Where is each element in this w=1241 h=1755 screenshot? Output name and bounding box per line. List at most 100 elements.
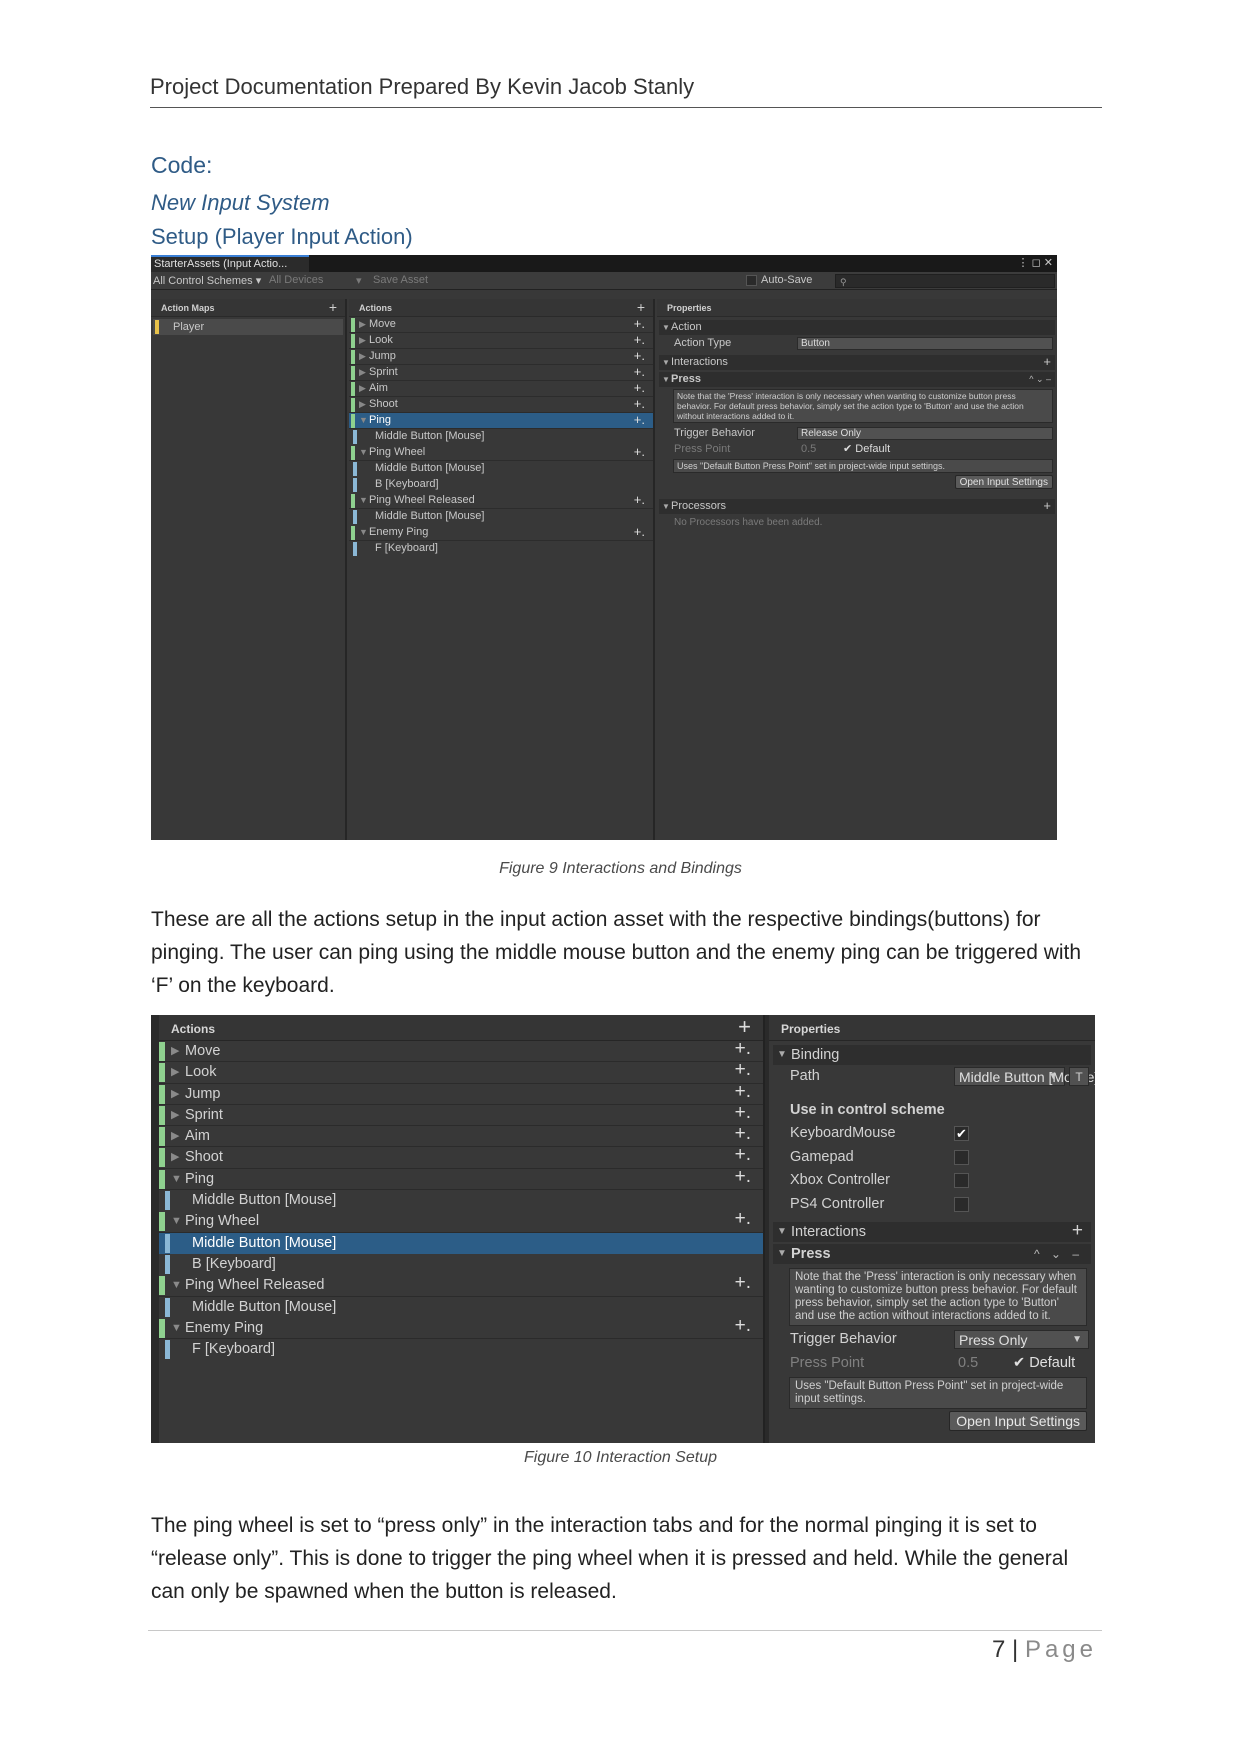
expanded-triangle-icon[interactable]: ▼ [171,1275,182,1295]
collapsed-triangle-icon[interactable]: ▶ [359,397,366,412]
action-item[interactable]: ▶ Jump +. [159,1081,763,1105]
binding-section[interactable]: ▼ Binding [773,1045,1091,1065]
action-item[interactable]: ▼ Ping Wheel Released +. [349,492,653,509]
search-input[interactable]: ⚲ [835,274,1055,288]
binding-item[interactable]: F [Keyboard] [349,541,653,557]
add-binding-icon[interactable]: +. [634,444,645,459]
expanded-triangle-icon[interactable]: ▼ [171,1318,182,1338]
control-scheme-checkbox[interactable] [954,1173,969,1188]
path-text-mode-button[interactable]: T [1069,1067,1089,1086]
add-interaction-icon[interactable]: + [1072,1221,1083,1241]
collapsed-triangle-icon[interactable]: ▶ [171,1105,179,1125]
control-scheme-checkbox[interactable]: ✔ [954,1126,969,1141]
add-binding-icon[interactable]: +. [735,1060,751,1080]
collapsed-triangle-icon[interactable]: ▶ [171,1062,179,1082]
window-controls-icon[interactable]: ⋮ ◻ ✕ [1018,256,1053,269]
binding-item[interactable]: Middle Button [Mouse] [349,461,653,477]
action-item[interactable]: ▶ Move +. [159,1039,763,1063]
add-binding-icon[interactable]: +. [735,1081,751,1102]
control-scheme-checkbox[interactable] [954,1196,969,1212]
binding-item[interactable]: B [Keyboard] [349,477,653,493]
add-binding-icon[interactable]: +. [634,492,645,507]
action-item[interactable]: ▼ Ping Wheel +. [349,444,653,461]
action-item[interactable]: ▼ Ping +. [159,1166,763,1191]
add-binding-icon[interactable]: +. [735,1124,751,1144]
control-scheme-checkbox[interactable] [954,1149,969,1165]
processors-section[interactable]: ▼ Processors + [659,498,1055,514]
default-checkbox[interactable]: ✔ Default [843,442,890,457]
press-point-value[interactable]: 0.5 [958,1352,978,1375]
action-item[interactable]: ▼ Ping Wheel +. [159,1209,763,1233]
editor-tab[interactable]: StarterAssets (Input Actio... [151,255,309,272]
control-schemes-dropdown[interactable]: All Control Schemes ▾ [153,274,261,287]
press-section[interactable]: ▼ Press ^ ⌄ – [659,372,1055,387]
interactions-section[interactable]: ▼ Interactions + [659,354,1055,370]
add-binding-icon[interactable]: +. [735,1209,751,1229]
collapsed-triangle-icon[interactable]: ▶ [359,381,366,396]
collapsed-triangle-icon[interactable]: ▶ [171,1084,179,1104]
binding-item[interactable]: Middle Button [Mouse] [159,1232,763,1254]
expanded-triangle-icon[interactable]: ▼ [359,445,368,460]
add-binding-icon[interactable]: +. [634,380,645,395]
action-item[interactable]: ▼ Enemy Ping +. [159,1315,763,1340]
press-section[interactable]: ▼ Press ^ ⌄ – [773,1244,1091,1264]
action-item[interactable]: ▼ Ping +. [349,412,653,429]
trigger-behavior-dropdown[interactable]: Press Only ▼ [954,1330,1089,1349]
action-item[interactable]: ▶ Look +. [159,1060,763,1084]
action-map-player[interactable]: Player [153,319,343,335]
path-dropdown[interactable]: Middle Button [Mouse] ▼ [954,1067,1095,1086]
action-item[interactable]: ▶ Move +. [349,316,653,333]
add-binding-icon[interactable]: +. [634,316,645,331]
collapsed-triangle-icon[interactable]: ▶ [359,349,366,364]
action-item[interactable]: ▼ Enemy Ping +. [349,524,653,541]
add-binding-icon[interactable]: +. [735,1145,751,1165]
action-item[interactable]: ▶ Sprint +. [159,1102,763,1127]
action-item[interactable]: ▶ Sprint +. [349,364,653,381]
add-binding-icon[interactable]: +. [735,1039,751,1059]
interactions-section[interactable]: ▼ Interactions + [773,1221,1091,1242]
add-action-icon[interactable]: + [637,299,645,315]
save-asset-button[interactable]: Save Asset [373,274,428,286]
action-item[interactable]: ▶ Aim +. [159,1124,763,1148]
expanded-triangle-icon[interactable]: ▼ [171,1169,182,1189]
add-binding-icon[interactable]: +. [634,364,645,379]
press-point-value[interactable]: 0.5 [801,442,816,457]
devices-dropdown[interactable]: All Devices [269,274,323,286]
add-action-icon[interactable]: + [738,1015,751,1040]
action-item[interactable]: ▶ Look +. [349,332,653,349]
binding-item[interactable]: F [Keyboard] [159,1339,763,1360]
action-item[interactable]: ▶ Jump +. [349,348,653,365]
binding-item[interactable]: B [Keyboard] [159,1254,763,1275]
expanded-triangle-icon[interactable]: ▼ [171,1211,182,1231]
open-input-settings-button[interactable]: Open Input Settings [949,1411,1087,1431]
add-processor-icon[interactable]: + [1043,498,1051,513]
add-binding-icon[interactable]: +. [735,1166,751,1187]
action-item[interactable]: ▶ Shoot +. [159,1145,763,1169]
expanded-triangle-icon[interactable]: ▼ [359,525,368,540]
press-reorder-remove-icon[interactable]: ^ ⌄ – [1034,1244,1083,1264]
open-input-settings-button[interactable]: Open Input Settings [954,475,1053,489]
add-binding-icon[interactable]: +. [735,1102,751,1123]
add-interaction-icon[interactable]: + [1043,354,1051,369]
binding-item[interactable]: Middle Button [Mouse] [159,1297,763,1318]
add-binding-icon[interactable]: +. [735,1273,751,1293]
add-binding-icon[interactable]: +. [735,1315,751,1336]
add-binding-icon[interactable]: +. [634,348,645,363]
binding-item[interactable]: Middle Button [Mouse] [159,1190,763,1211]
collapsed-triangle-icon[interactable]: ▶ [171,1126,179,1146]
trigger-behavior-dropdown[interactable]: Release Only [797,427,1053,440]
action-item[interactable]: ▶ Shoot +. [349,396,653,413]
action-item[interactable]: ▶ Aim +. [349,380,653,397]
action-type-dropdown[interactable]: Button [797,337,1053,350]
add-binding-icon[interactable]: +. [634,332,645,347]
collapsed-triangle-icon[interactable]: ▶ [359,365,366,380]
add-binding-icon[interactable]: +. [634,524,645,539]
binding-item[interactable]: Middle Button [Mouse] [349,429,653,445]
press-reorder-remove-icon[interactable]: ^ ⌄ – [1029,372,1051,387]
action-section[interactable]: ▼ Action [659,320,1055,335]
expanded-triangle-icon[interactable]: ▼ [359,413,368,428]
collapsed-triangle-icon[interactable]: ▶ [359,317,366,332]
add-action-map-icon[interactable]: + [329,299,337,315]
collapsed-triangle-icon[interactable]: ▶ [171,1041,179,1061]
expanded-triangle-icon[interactable]: ▼ [359,493,368,508]
